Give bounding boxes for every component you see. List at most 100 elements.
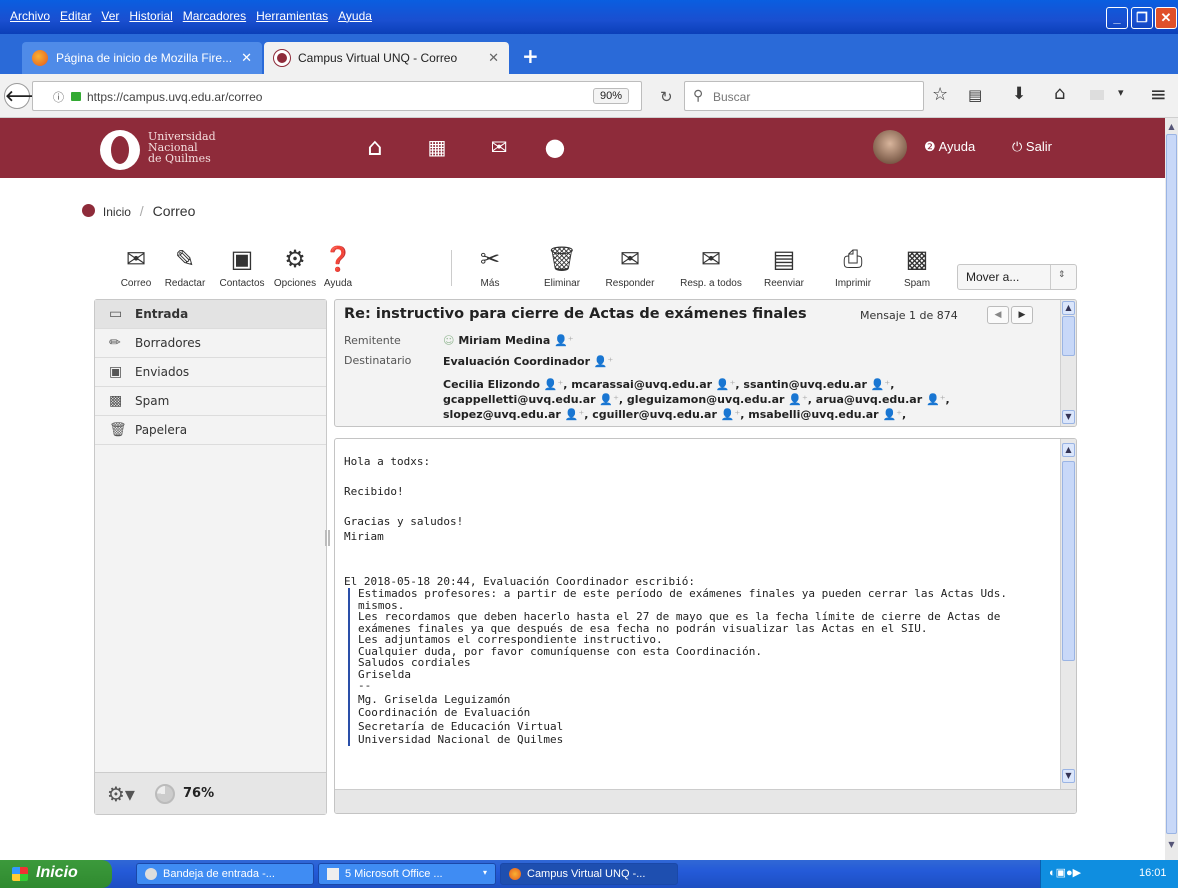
breadcrumb: Inicio / Correo — [82, 203, 195, 219]
url-bar[interactable]: ⓘ https://campus.uvq.edu.ar/correo 90% — [32, 81, 642, 111]
scroll-up-icon[interactable]: ▲ — [1166, 122, 1177, 134]
settings-gear-icon[interactable]: ⚙▾ — [107, 782, 135, 806]
taskbar-item-bandeja[interactable]: Bandeja de entrada -... — [136, 863, 314, 885]
responder-button[interactable]: ✉ Responder — [597, 246, 663, 289]
bookmark-star-icon[interactable]: ☆ — [932, 84, 948, 105]
logout-link[interactable]: ⏻ Salir — [1012, 139, 1052, 155]
scroll-down-icon[interactable]: ▼ — [1062, 410, 1075, 424]
mas-button[interactable]: ✂ Más — [470, 246, 510, 289]
folder-entrada[interactable]: ▭ Entrada — [95, 300, 326, 329]
cc-address[interactable]: slopez@uvq.edu.ar — [443, 408, 561, 421]
cc-address[interactable]: Cecilia Elizondo — [443, 378, 540, 391]
cc-address[interactable]: gcappelletti@uvq.edu.ar — [443, 393, 596, 406]
envelope-icon: ✉ — [125, 246, 147, 273]
folder-papelera[interactable]: 🗑 Papelera — [95, 416, 326, 445]
cc-address[interactable]: , arua@uvq.edu.ar — [808, 393, 922, 406]
next-message-button[interactable]: ▶ — [1011, 306, 1033, 324]
tab-mozilla-home[interactable]: Página de inicio de Mozilla Fire... ✕ — [22, 42, 262, 74]
power-icon: ⏻ — [1012, 139, 1023, 154]
taskbar-item-office[interactable]: 5 Microsoft Office ... ▾ — [318, 863, 496, 885]
cc-address[interactable]: , mcarassai@uvq.edu.ar — [563, 378, 712, 391]
menu-editar[interactable]: Editar — [60, 9, 91, 23]
scroll-up-icon[interactable]: ▲ — [1062, 301, 1075, 315]
folder-spam[interactable]: ▩ Spam — [95, 387, 326, 416]
new-tab-button[interactable]: + — [522, 44, 539, 68]
chat-bubble-icon[interactable]: ● — [540, 134, 570, 160]
unq-logo-icon[interactable] — [100, 130, 140, 170]
help-link[interactable]: ❷ Ayuda — [924, 139, 975, 155]
cc-address[interactable]: , msabelli@uvq.edu.ar — [740, 408, 878, 421]
download-icon[interactable]: ⬇ — [1012, 84, 1026, 104]
reenviar-button[interactable]: ▤ Reenviar — [756, 246, 812, 289]
prev-message-button[interactable]: ◀ — [987, 306, 1009, 324]
pencil-icon: ✏ — [109, 335, 121, 351]
recipient[interactable]: Evaluación Coordinador 👤⁺ — [443, 355, 613, 368]
body-line: Miriam — [344, 530, 384, 543]
menu-ver[interactable]: Ver — [101, 9, 119, 23]
mail-icon[interactable]: ✉ — [484, 134, 514, 160]
reading-list-icon[interactable]: ▤ — [968, 86, 982, 104]
menu-marcadores[interactable]: Marcadores — [183, 9, 246, 23]
spam-button[interactable]: ▩ Spam — [895, 246, 939, 289]
move-to-select[interactable]: Mover a... ⇕ — [957, 264, 1077, 290]
contactos-button[interactable]: ▣ Contactos — [212, 246, 272, 289]
minimize-button[interactable]: _ — [1106, 7, 1128, 29]
cc-address[interactable]: , gleguizamon@uvq.edu.ar — [619, 393, 785, 406]
menu-archivo[interactable]: Archivo — [10, 9, 50, 23]
message-subject: Re: instructivo para cierre de Actas de … — [344, 306, 807, 322]
close-tab-icon[interactable]: ✕ — [241, 50, 252, 66]
overflow-chevron-icon[interactable]: ▾ — [1118, 86, 1124, 99]
folder-enviados[interactable]: ▣ Enviados — [95, 358, 326, 387]
eliminar-button[interactable]: 🗑 Eliminar — [537, 246, 587, 289]
zoom-level[interactable]: 90% — [593, 88, 630, 104]
menu-herramientas[interactable]: Herramientas — [256, 9, 328, 23]
scroll-thumb[interactable] — [1062, 461, 1075, 661]
url-text[interactable]: https://campus.uvq.edu.ar/correo — [87, 90, 262, 104]
breadcrumb-home[interactable]: Inicio — [103, 205, 131, 219]
add-contact-icon[interactable]: 👤⁺ — [594, 355, 614, 368]
taskbar-item-campus[interactable]: Campus Virtual UNQ -... — [500, 863, 678, 885]
avatar[interactable] — [873, 130, 907, 164]
scroll-up-icon[interactable]: ▲ — [1062, 443, 1075, 457]
cc-address[interactable]: , ssantin@uvq.edu.ar — [735, 378, 866, 391]
home-icon[interactable]: ⌂ — [360, 134, 390, 160]
back-arrow-icon[interactable]: 🡐 — [4, 83, 45, 109]
breadcrumb-current: Correo — [152, 203, 196, 219]
message-counter: Mensaje 1 de 874 — [860, 309, 958, 322]
pane-resize-handle[interactable] — [325, 530, 330, 546]
scroll-down-icon[interactable]: ▼ — [1166, 840, 1177, 852]
search-field[interactable]: ⚲ Buscar — [684, 81, 924, 111]
scroll-thumb[interactable] — [1062, 316, 1075, 356]
page-scroll-thumb[interactable] — [1166, 134, 1177, 834]
ayuda-button[interactable]: ❓ Ayuda — [318, 246, 358, 289]
info-icon[interactable]: ⓘ — [53, 89, 64, 105]
home-icon[interactable]: ⌂ — [1054, 83, 1065, 104]
body-scrollbar[interactable]: ▲ ▼ — [1060, 439, 1076, 789]
sender[interactable]: ☺ Miriam Medina 👤⁺ — [443, 334, 574, 347]
imprimir-button[interactable]: ⎙ Imprimir — [826, 246, 880, 289]
extension-icon[interactable] — [1090, 90, 1104, 100]
redactar-button[interactable]: ✎ Redactar — [160, 246, 210, 289]
inbox-icon: ▭ — [109, 306, 123, 322]
apps-grid-icon[interactable]: ▦ — [422, 134, 452, 160]
add-contact-icon[interactable]: 👤⁺ — [554, 334, 574, 347]
correo-button[interactable]: ✉ Correo — [114, 246, 158, 289]
tab-campus-correo[interactable]: Campus Virtual UNQ - Correo ✕ — [264, 42, 509, 74]
scroll-down-icon[interactable]: ▼ — [1062, 769, 1075, 783]
reply-all-button[interactable]: ✉ Resp. a todos — [670, 246, 752, 289]
cc-address[interactable]: , cguiller@uvq.edu.ar — [584, 408, 717, 421]
start-button[interactable]: Inicio — [0, 860, 112, 888]
message-text: Hola a todxs: Recibido! Gracias y saludo… — [344, 456, 695, 591]
header-scrollbar[interactable]: ▲ ▼ — [1060, 300, 1076, 426]
restore-button[interactable]: ❐ — [1131, 7, 1153, 29]
tray-icons[interactable]: ◐▣●▶ — [1049, 866, 1081, 879]
menu-historial[interactable]: Historial — [129, 9, 172, 23]
hamburger-menu-icon[interactable]: ≡ — [1150, 82, 1167, 106]
close-tab-icon[interactable]: ✕ — [488, 50, 499, 66]
menu-ayuda[interactable]: Ayuda — [338, 9, 372, 23]
opciones-button[interactable]: ⚙ Opciones — [272, 246, 318, 289]
page-scrollbar[interactable]: ▲ ▼ — [1165, 118, 1178, 860]
close-window-button[interactable]: ✕ — [1155, 7, 1177, 29]
folder-borradores[interactable]: ✏ Borradores — [95, 329, 326, 358]
reload-icon[interactable]: ↻ — [660, 88, 673, 106]
